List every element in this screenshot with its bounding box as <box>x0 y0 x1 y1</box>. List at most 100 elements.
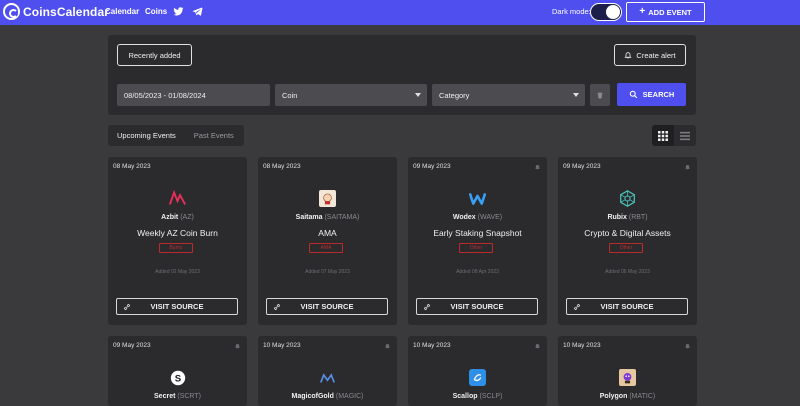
link-icon <box>574 304 580 310</box>
bell-icon[interactable] <box>534 342 541 350</box>
coin-symbol: (SCLP) <box>479 393 503 400</box>
coinscalendar-logo-icon <box>3 3 20 20</box>
plus-icon: + <box>639 6 646 17</box>
chevron-down-icon <box>573 93 579 97</box>
added-date: Added 02 May 2023 <box>155 269 200 275</box>
event-card[interactable]: 10 May 2023 MagicofGold (MAGIC) <box>258 336 397 406</box>
coin-name-text: Rubix <box>607 214 627 221</box>
search-icon <box>629 90 637 99</box>
date-range-input[interactable]: 08/05/2023 - 01/08/2024 <box>117 84 270 106</box>
rubix-logo-icon <box>619 190 636 207</box>
tab-past-events[interactable]: Past Events <box>185 131 243 140</box>
event-card[interactable]: 08 May 2023 Azbit (AZ) Weekly AZ Coin Bu… <box>108 157 247 325</box>
category-select[interactable]: Category <box>432 84 585 106</box>
list-view-button[interactable] <box>674 125 696 146</box>
event-date: 08 May 2023 <box>113 163 151 170</box>
event-card[interactable]: 09 May 2023 Wodex (WAVE) Early Staking S… <box>408 157 547 325</box>
coin-name[interactable]: Azbit (AZ) <box>108 214 247 221</box>
coin-name-text: Saitama <box>295 214 323 221</box>
bell-icon[interactable] <box>234 342 241 350</box>
category-badge: Other <box>459 243 493 253</box>
category-badge: AMA <box>309 243 343 253</box>
category-badge: Burns <box>159 243 193 253</box>
coin-symbol: (RBT) <box>628 214 648 221</box>
telegram-icon[interactable] <box>192 6 203 17</box>
tab-upcoming-events[interactable]: Upcoming Events <box>108 131 185 140</box>
brand-name: CoinsCalendar <box>23 4 109 19</box>
coin-name-text: Scallop <box>452 393 478 400</box>
coin-name-text: MagicofGold <box>291 393 334 400</box>
grid-icon <box>658 130 668 141</box>
event-date: 09 May 2023 <box>563 163 601 170</box>
svg-text:S: S <box>174 373 181 384</box>
chevron-down-icon <box>415 93 421 97</box>
visit-source-label: VISIT SOURCE <box>600 302 654 311</box>
bell-icon[interactable] <box>684 163 691 171</box>
category-select-value: Category <box>439 90 470 100</box>
event-card[interactable]: 10 May 2023 Polygon (MATIC) <box>558 336 697 406</box>
coin-name-text: Wodex <box>452 214 476 221</box>
event-card[interactable]: 09 May 2023 Rubix (RBT) Crypto & Digital… <box>558 157 697 325</box>
trash-icon <box>597 92 603 98</box>
added-date: Added 07 May 2023 <box>305 269 350 275</box>
coin-name-text: Secret <box>154 393 176 400</box>
nav-coins[interactable]: Coins <box>145 7 167 16</box>
search-button[interactable]: SEARCH <box>617 83 686 106</box>
saitama-logo-icon <box>319 190 336 207</box>
coin-name-text: Azbit <box>161 214 179 221</box>
dark-mode-toggle[interactable] <box>590 3 622 21</box>
event-title[interactable]: Crypto & Digital Assets <box>558 228 697 238</box>
recently-added-button[interactable]: Recently added <box>117 44 192 66</box>
list-icon <box>680 131 690 140</box>
visit-source-label: VISIT SOURCE <box>300 302 354 311</box>
coin-select-value: Coin <box>282 90 298 100</box>
coin-name[interactable]: Rubix (RBT) <box>558 214 697 221</box>
coin-name[interactable]: MagicofGold (MAGIC) <box>258 393 397 400</box>
scallop-logo-icon <box>469 369 486 386</box>
grid-view-button[interactable] <box>652 125 674 146</box>
nav-calendar[interactable]: Calendar <box>105 7 139 16</box>
category-badge: Other <box>609 243 643 253</box>
bell-icon[interactable] <box>684 342 691 350</box>
coin-name[interactable]: Scallop (SCLP) <box>408 393 547 400</box>
coin-symbol: (SCRT) <box>177 393 201 400</box>
search-label: SEARCH <box>642 90 675 99</box>
visit-source-button[interactable]: VISIT SOURCE <box>416 298 538 315</box>
coin-name[interactable]: Saitama (SAITAMA) <box>258 214 397 221</box>
create-alert-button[interactable]: Create alert <box>614 44 686 66</box>
recently-added-label: Recently added <box>128 50 181 60</box>
top-navbar: CoinsCalendar Calendar Coins Dark mode: … <box>0 0 800 25</box>
date-range-value: 08/05/2023 - 01/08/2024 <box>124 90 206 100</box>
clear-filters-button[interactable] <box>590 84 610 106</box>
coin-name[interactable]: Wodex (WAVE) <box>408 214 547 221</box>
event-title[interactable]: Weekly AZ Coin Burn <box>108 228 247 238</box>
link-icon <box>274 304 280 310</box>
coin-name[interactable]: Secret (SCRT) <box>108 393 247 400</box>
bell-icon[interactable] <box>534 163 541 171</box>
link-icon <box>124 304 130 310</box>
dark-mode-label: Dark mode: <box>552 7 591 16</box>
visit-source-button[interactable]: VISIT SOURCE <box>116 298 238 315</box>
twitter-icon[interactable] <box>173 6 184 17</box>
event-title[interactable]: Early Staking Snapshot <box>408 228 547 238</box>
secret-logo-icon: S <box>169 369 186 386</box>
visit-source-button[interactable]: VISIT SOURCE <box>266 298 388 315</box>
coin-name[interactable]: Polygon (MATIC) <box>558 393 697 400</box>
event-card[interactable]: 08 May 2023 Saitama (SAITAMA) AMA AMA Ad… <box>258 157 397 325</box>
event-title[interactable]: AMA <box>258 228 397 238</box>
visit-source-button[interactable]: VISIT SOURCE <box>566 298 688 315</box>
coin-select[interactable]: Coin <box>275 84 427 106</box>
event-card[interactable]: 09 May 2023 S Secret (SCRT) <box>108 336 247 406</box>
added-date: Added 06 May 2023 <box>605 269 650 275</box>
coin-symbol: (AZ) <box>180 214 194 221</box>
brand-logo[interactable]: CoinsCalendar <box>3 3 109 20</box>
coin-symbol: (MATIC) <box>629 393 656 400</box>
add-event-button[interactable]: + ADD EVENT <box>626 2 705 22</box>
bell-icon[interactable] <box>384 342 391 350</box>
toggle-knob <box>606 5 620 19</box>
visit-source-label: VISIT SOURCE <box>150 302 204 311</box>
event-date: 10 May 2023 <box>563 342 601 349</box>
event-date: 08 May 2023 <box>263 163 301 170</box>
polygon-logo-icon <box>619 369 636 386</box>
event-card[interactable]: 10 May 2023 Scallop (SCLP) <box>408 336 547 406</box>
